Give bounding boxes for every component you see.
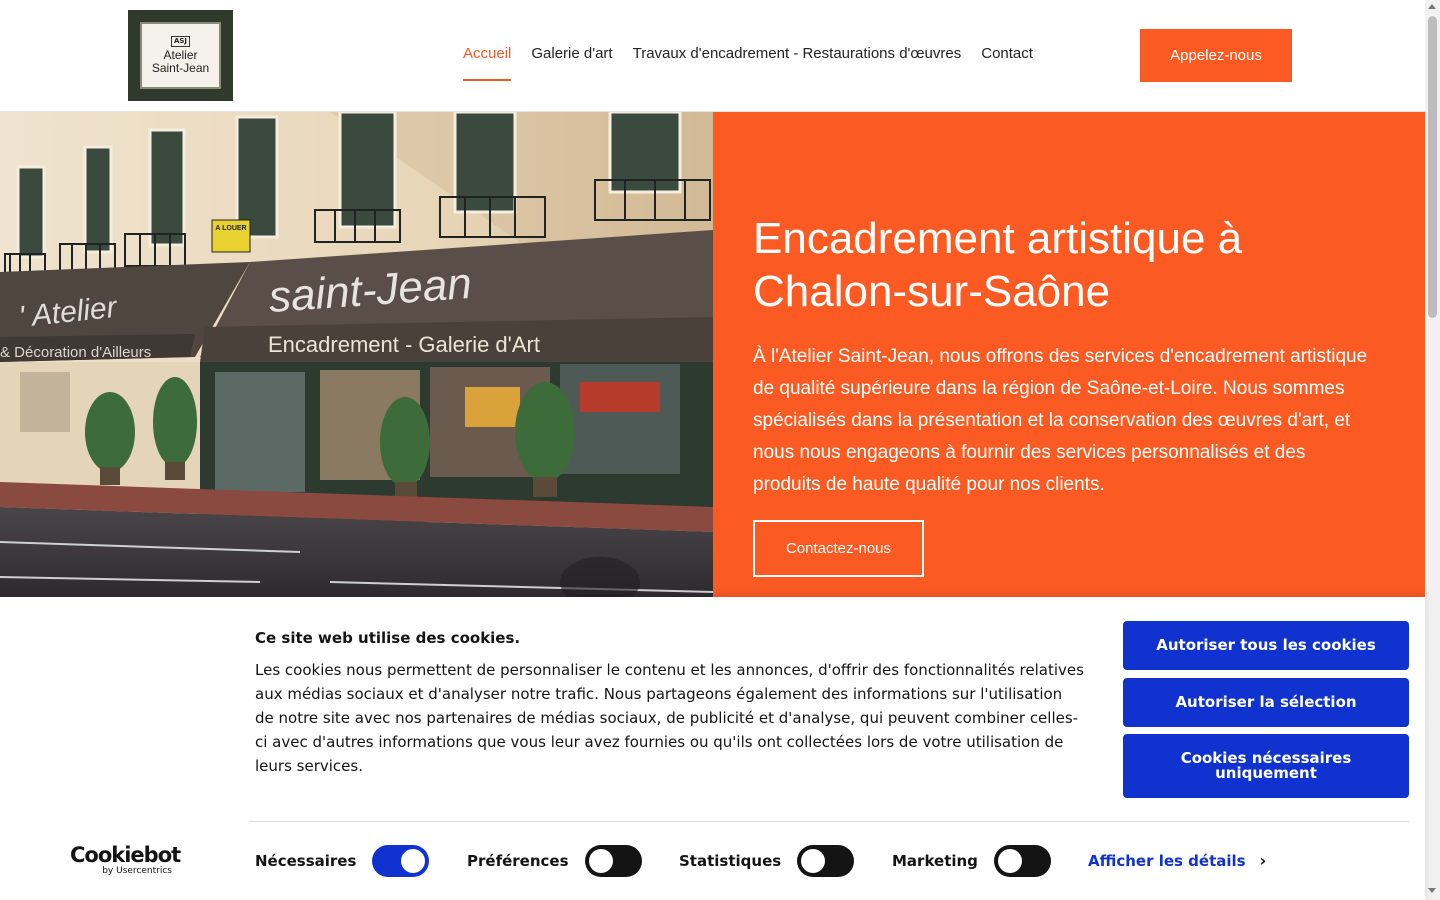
- toggle-knob: [401, 849, 426, 873]
- cookie-title: Ce site web utilise des cookies.: [255, 629, 521, 647]
- scroll-down-arrow-icon[interactable]: [1428, 888, 1436, 893]
- site-logo[interactable]: ASJ Atelier Saint-Jean: [128, 10, 233, 101]
- cookie-banner: Ce site web utilise des cookies. Les coo…: [0, 597, 1425, 900]
- necessary-only-button[interactable]: Cookies nécessaires uniquement: [1123, 734, 1409, 798]
- show-details-label: Afficher les détails: [1088, 851, 1246, 870]
- nav-item-accueil[interactable]: Accueil: [463, 0, 512, 81]
- show-details-link[interactable]: Afficher les détails ›: [1088, 851, 1266, 870]
- toggle-label-marketing[interactable]: Marketing: [892, 852, 978, 870]
- logo-mark: ASJ: [170, 36, 191, 47]
- awning-left-subtext: & Décoration d'Ailleurs: [0, 344, 151, 361]
- main-nav: Accueil Galerie d'art Travaux d'encadrem…: [463, 0, 1053, 111]
- toggle-label-statistics[interactable]: Statistiques: [679, 852, 781, 870]
- cookiebot-subtext: by Usercentrics: [102, 866, 172, 876]
- scrollbar-thumb[interactable]: [1428, 16, 1437, 318]
- chevron-right-icon: ›: [1259, 851, 1267, 870]
- hero-storefront-image: A LOUER ' Atelier & Décoration d'Ailleur…: [0, 112, 713, 597]
- awning-subtext: Encadrement - Galerie d'Art: [268, 332, 540, 357]
- allow-all-cookies-button[interactable]: Autoriser tous les cookies: [1123, 621, 1409, 670]
- cookiebot-wordmark: Cookiebot: [70, 843, 181, 867]
- toggle-group-statistics: Statistiques: [679, 845, 855, 877]
- nav-item-contact[interactable]: Contact: [981, 0, 1033, 81]
- nav-item-travaux[interactable]: Travaux d'encadrement - Restaurations d'…: [633, 0, 962, 81]
- toggle-statistics[interactable]: [797, 845, 855, 877]
- toggle-group-marketing: Marketing: [892, 845, 1051, 877]
- toggle-knob: [588, 849, 613, 873]
- toggle-knob: [801, 849, 826, 873]
- toggle-group-preferences: Préférences: [467, 845, 642, 877]
- allow-selection-button[interactable]: Autoriser la sélection: [1123, 678, 1409, 727]
- cookie-description: Les cookies nous permettent de personnal…: [255, 661, 1084, 775]
- toggle-knob: [997, 849, 1022, 873]
- page-scrollbar[interactable]: [1425, 0, 1440, 900]
- toggle-marketing[interactable]: [993, 845, 1051, 877]
- toggle-necessary[interactable]: [372, 845, 430, 877]
- site-header: ASJ Atelier Saint-Jean Accueil Galerie d…: [0, 0, 1425, 112]
- cookiebot-logo: Cookiebot by Usercentrics: [70, 843, 181, 878]
- cookie-divider: [249, 821, 1409, 822]
- for-rent-sign: A LOUER: [215, 225, 246, 232]
- nav-item-galerie[interactable]: Galerie d'art: [531, 0, 612, 81]
- toggle-label-necessary[interactable]: Nécessaires: [255, 852, 356, 870]
- hero-panel: Encadrement artistique à Chalon-sur-Saôn…: [713, 112, 1425, 597]
- call-button[interactable]: Appelez-nous: [1140, 29, 1292, 82]
- scroll-up-arrow-icon[interactable]: [1428, 4, 1436, 9]
- hero-title: Encadrement artistique à Chalon-sur-Saôn…: [753, 214, 1243, 316]
- toggle-label-preferences[interactable]: Préférences: [467, 852, 569, 870]
- hero-description: À l'Atelier Saint-Jean, nous offrons des…: [753, 346, 1368, 495]
- toggle-preferences[interactable]: [584, 845, 642, 877]
- contact-us-button[interactable]: Contactez-nous: [753, 520, 924, 577]
- logo-plaque: ASJ Atelier Saint-Jean: [140, 22, 221, 89]
- logo-line-2: Saint-Jean: [151, 61, 210, 75]
- toggle-group-necessary: Nécessaires: [255, 845, 430, 877]
